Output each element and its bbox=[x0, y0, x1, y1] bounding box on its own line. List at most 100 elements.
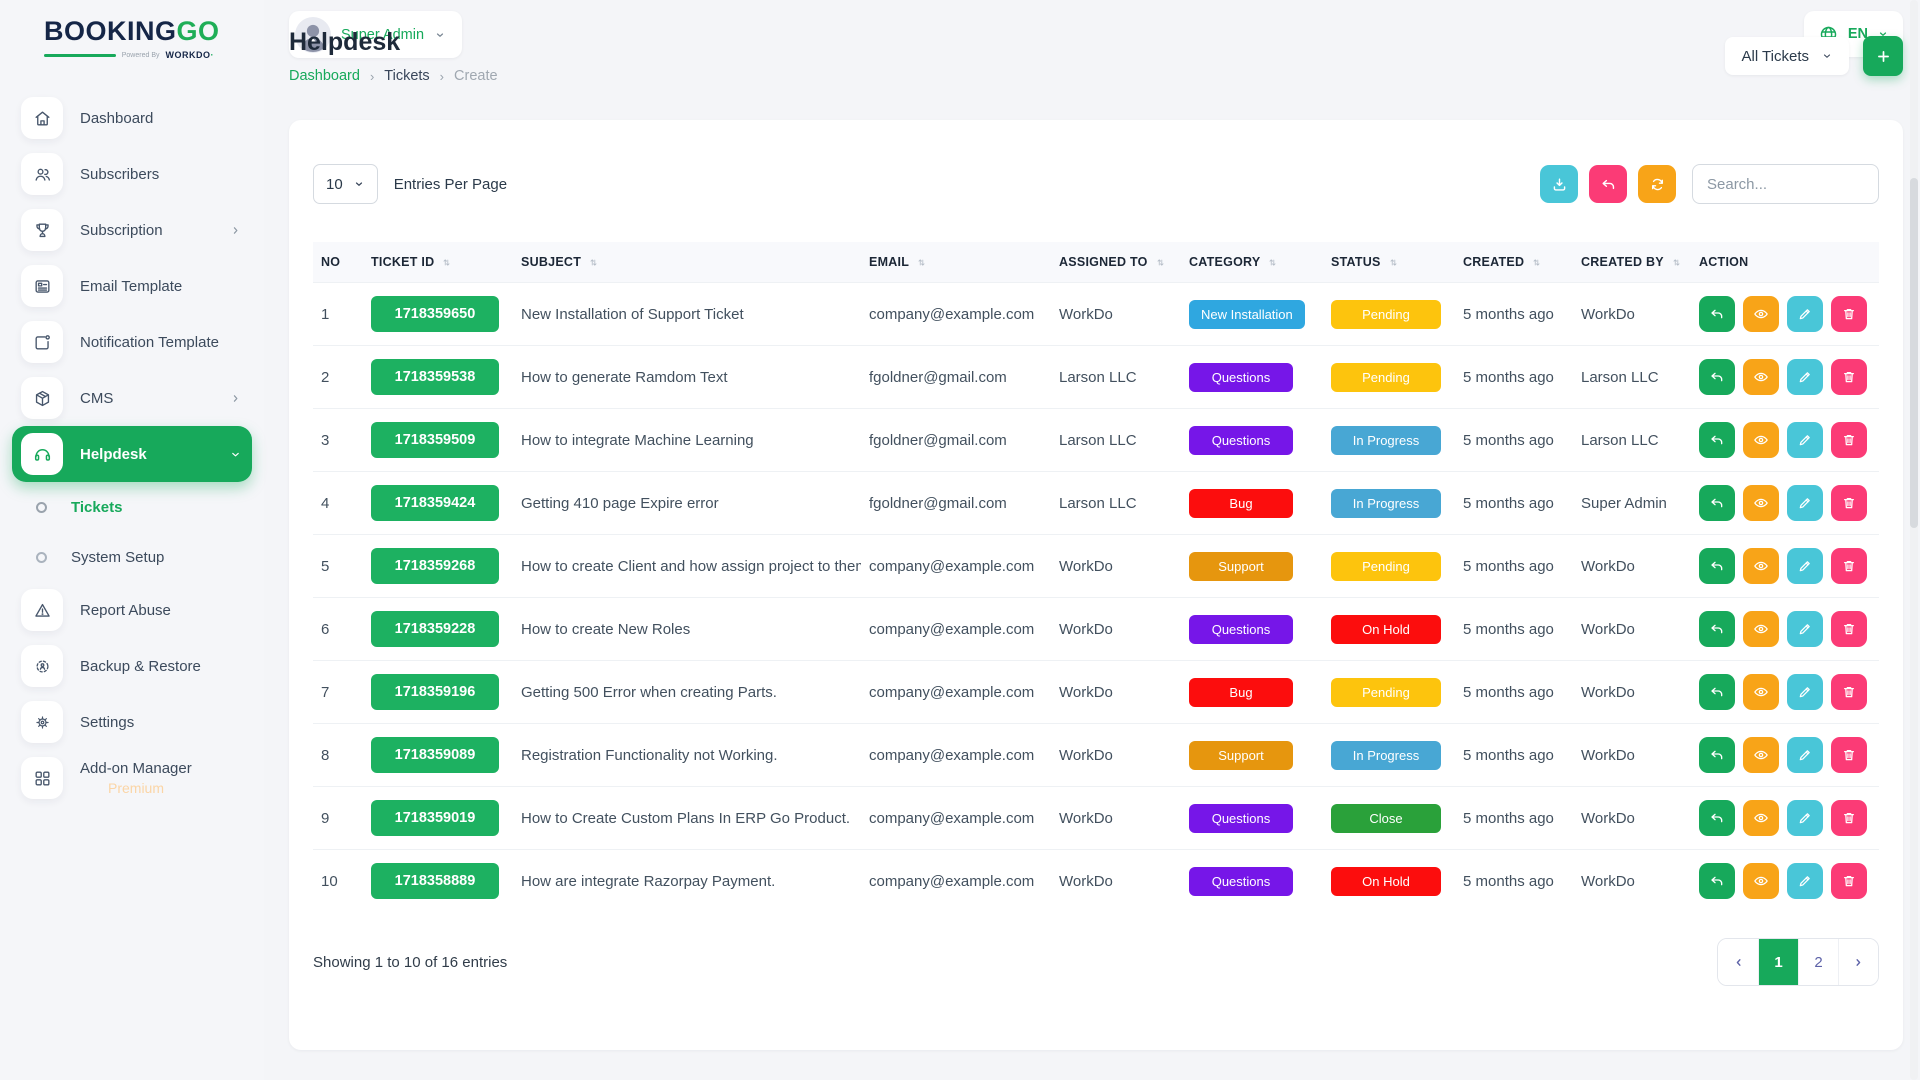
column-header-created-by[interactable]: CREATED BY bbox=[1573, 242, 1691, 283]
reply-button[interactable] bbox=[1699, 485, 1735, 521]
view-button[interactable] bbox=[1743, 485, 1779, 521]
sidebar-item-settings[interactable]: Settings bbox=[12, 694, 252, 750]
ticket-id-badge[interactable]: 1718359424 bbox=[371, 485, 499, 521]
breadcrumb-tickets[interactable]: Tickets bbox=[384, 68, 429, 84]
reply-button[interactable] bbox=[1699, 611, 1735, 647]
cell-created: 5 months ago bbox=[1455, 472, 1573, 535]
edit-button[interactable] bbox=[1787, 422, 1823, 458]
column-header-category[interactable]: CATEGORY bbox=[1181, 242, 1323, 283]
entries-per-page-label: Entries Per Page bbox=[394, 176, 507, 193]
delete-button[interactable] bbox=[1831, 548, 1867, 584]
edit-button[interactable] bbox=[1787, 800, 1823, 836]
page-button-2[interactable]: 2 bbox=[1798, 939, 1838, 985]
view-button[interactable] bbox=[1743, 674, 1779, 710]
reply-button[interactable] bbox=[1699, 674, 1735, 710]
page-button-1[interactable]: 1 bbox=[1758, 939, 1798, 985]
breadcrumb-dashboard[interactable]: Dashboard bbox=[289, 68, 360, 84]
reply-button[interactable] bbox=[1699, 548, 1735, 584]
ticket-id-badge[interactable]: 1718359228 bbox=[371, 611, 499, 647]
reply-button[interactable] bbox=[1699, 800, 1735, 836]
delete-button[interactable] bbox=[1831, 359, 1867, 395]
sidebar-subitem-system-setup[interactable]: System Setup bbox=[12, 532, 252, 582]
ticket-id-badge[interactable]: 1718359538 bbox=[371, 359, 499, 395]
edit-button[interactable] bbox=[1787, 674, 1823, 710]
search-input[interactable] bbox=[1692, 164, 1879, 204]
reply-button[interactable] bbox=[1699, 863, 1735, 899]
column-header-status[interactable]: STATUS bbox=[1323, 242, 1455, 283]
reply-button[interactable] bbox=[1699, 737, 1735, 773]
sidebar-item-dashboard[interactable]: Dashboard bbox=[12, 90, 252, 146]
table-row: 2 1718359538 How to generate Ramdom Text… bbox=[313, 346, 1879, 409]
column-header-email[interactable]: EMAIL bbox=[861, 242, 1051, 283]
column-header-assigned-to[interactable]: ASSIGNED TO bbox=[1051, 242, 1181, 283]
reply-button[interactable] bbox=[1699, 359, 1735, 395]
ticket-id-badge[interactable]: 1718359650 bbox=[371, 296, 499, 332]
next-page-button[interactable] bbox=[1838, 939, 1878, 985]
delete-button[interactable] bbox=[1831, 296, 1867, 332]
sidebar-item-report-abuse[interactable]: Report Abuse bbox=[12, 582, 252, 638]
ticket-id-badge[interactable]: 1718358889 bbox=[371, 863, 499, 899]
scrollbar-thumb[interactable] bbox=[1910, 178, 1918, 528]
refresh-toolbar-button[interactable] bbox=[1638, 165, 1676, 203]
sidebar-item-backup-restore[interactable]: Backup & Restore bbox=[12, 638, 252, 694]
tickets-card: 10 Entries Per Page NOTICKET IDSUBJECTEM… bbox=[289, 120, 1903, 1050]
view-button[interactable] bbox=[1743, 359, 1779, 395]
edit-button[interactable] bbox=[1787, 548, 1823, 584]
pencil-icon bbox=[1797, 810, 1813, 826]
ticket-id-badge[interactable]: 1718359268 bbox=[371, 548, 499, 584]
powered-by-label: Powered By bbox=[122, 52, 160, 59]
edit-button[interactable] bbox=[1787, 737, 1823, 773]
delete-button[interactable] bbox=[1831, 737, 1867, 773]
prev-page-button[interactable] bbox=[1718, 939, 1758, 985]
edit-button[interactable] bbox=[1787, 359, 1823, 395]
view-button[interactable] bbox=[1743, 863, 1779, 899]
edit-button[interactable] bbox=[1787, 611, 1823, 647]
cell-created: 5 months ago bbox=[1455, 850, 1573, 913]
reply-toolbar-button[interactable] bbox=[1589, 165, 1627, 203]
sidebar-item-add-on-manager[interactable]: Add-on ManagerPremium bbox=[12, 750, 252, 806]
cell-subject: Getting 410 page Expire error bbox=[513, 472, 861, 535]
view-button[interactable] bbox=[1743, 296, 1779, 332]
column-header-ticket-id[interactable]: TICKET ID bbox=[363, 242, 513, 283]
sidebar-subitem-tickets[interactable]: Tickets bbox=[12, 482, 252, 532]
delete-button[interactable] bbox=[1831, 863, 1867, 899]
download-toolbar-button[interactable] bbox=[1540, 165, 1578, 203]
edit-button[interactable] bbox=[1787, 296, 1823, 332]
delete-button[interactable] bbox=[1831, 611, 1867, 647]
delete-button[interactable] bbox=[1831, 674, 1867, 710]
column-header-subject[interactable]: SUBJECT bbox=[513, 242, 861, 283]
delete-button[interactable] bbox=[1831, 800, 1867, 836]
column-header-created[interactable]: CREATED bbox=[1455, 242, 1573, 283]
trash-icon bbox=[1841, 747, 1857, 763]
scrollbar-track[interactable] bbox=[1910, 0, 1918, 1080]
view-button[interactable] bbox=[1743, 548, 1779, 584]
sidebar-item-email-template[interactable]: Email Template bbox=[12, 258, 252, 314]
ticket-id-badge[interactable]: 1718359196 bbox=[371, 674, 499, 710]
sidebar-item-subscription[interactable]: Subscription bbox=[12, 202, 252, 258]
cell-email: company@example.com bbox=[861, 724, 1051, 787]
view-button[interactable] bbox=[1743, 611, 1779, 647]
delete-button[interactable] bbox=[1831, 485, 1867, 521]
brand-logo[interactable]: BOOKINGGO Powered By WORKDO· bbox=[0, 0, 264, 60]
edit-button[interactable] bbox=[1787, 863, 1823, 899]
ticket-id-badge[interactable]: 1718359089 bbox=[371, 737, 499, 773]
cell-email: company@example.com bbox=[861, 283, 1051, 346]
sidebar-item-subscribers[interactable]: Subscribers bbox=[12, 146, 252, 202]
entries-per-page-select[interactable]: 10 bbox=[313, 164, 378, 204]
ticket-filter-dropdown[interactable]: All Tickets bbox=[1725, 37, 1849, 75]
sidebar-item-cms[interactable]: CMS bbox=[12, 370, 252, 426]
edit-button[interactable] bbox=[1787, 485, 1823, 521]
delete-button[interactable] bbox=[1831, 422, 1867, 458]
ticket-id-badge[interactable]: 1718359019 bbox=[371, 800, 499, 836]
view-button[interactable] bbox=[1743, 737, 1779, 773]
view-button[interactable] bbox=[1743, 800, 1779, 836]
gear-icon bbox=[21, 701, 63, 743]
sidebar-item-notification-template[interactable]: Notification Template bbox=[12, 314, 252, 370]
sidebar-item-helpdesk[interactable]: Helpdesk bbox=[12, 426, 252, 482]
view-button[interactable] bbox=[1743, 422, 1779, 458]
ticket-id-badge[interactable]: 1718359509 bbox=[371, 422, 499, 458]
reply-button[interactable] bbox=[1699, 422, 1735, 458]
sort-icon bbox=[1266, 256, 1279, 269]
create-ticket-button[interactable] bbox=[1863, 36, 1903, 76]
reply-button[interactable] bbox=[1699, 296, 1735, 332]
